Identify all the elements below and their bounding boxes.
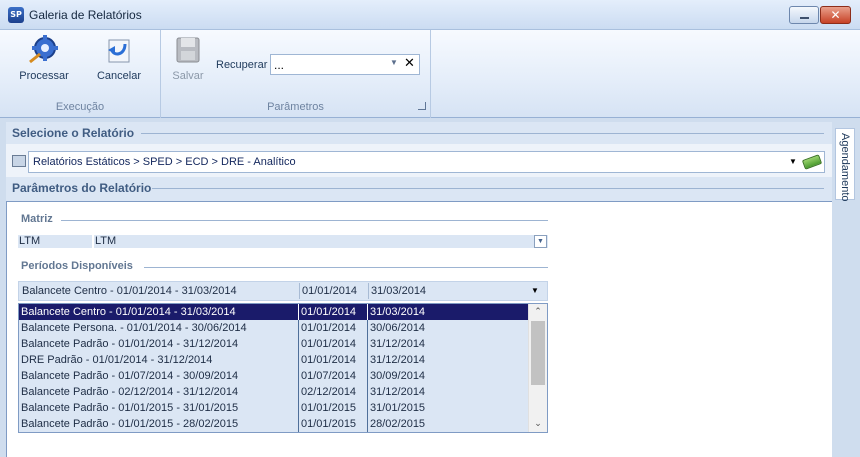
row-end: 31/12/2014 bbox=[370, 354, 426, 366]
row-name: Balancete Padrão - 01/07/2014 - 30/09/20… bbox=[21, 370, 239, 382]
matriz-code-field[interactable]: LTM bbox=[18, 235, 92, 248]
recuperar-label: Recuperar bbox=[216, 59, 268, 71]
undo-icon bbox=[108, 39, 130, 63]
report-path-combo[interactable]: Relatórios Estáticos > SPED > ECD > DRE … bbox=[28, 151, 825, 173]
processar-label: Processar bbox=[19, 70, 69, 82]
tab-agendamento-label: Agendamento bbox=[839, 133, 851, 202]
gear-icon bbox=[29, 35, 58, 64]
list-item[interactable]: Balancete Padrão - 01/01/2015 - 31/01/20… bbox=[19, 400, 528, 416]
processar-button[interactable]: Processar bbox=[10, 34, 78, 82]
row-start: 01/01/2015 bbox=[301, 418, 357, 430]
list-item[interactable]: Balancete Padrão - 01/01/2015 - 28/02/20… bbox=[19, 416, 528, 432]
row-start: 01/01/2015 bbox=[301, 402, 357, 414]
list-item[interactable]: Balancete Padrão - 02/12/2014 - 31/12/20… bbox=[19, 384, 528, 400]
recuperar-combo[interactable]: ... ▼ ✕ bbox=[270, 54, 420, 75]
params-panel: Matriz LTM LTM ▼ Períodos Disponíveis Ba… bbox=[6, 201, 832, 457]
recuperar-value: ... bbox=[274, 58, 285, 72]
row-end: 31/01/2015 bbox=[370, 402, 426, 414]
periodo-selected-start: 01/01/2014 bbox=[302, 285, 358, 297]
row-name: Balancete Centro - 01/01/2014 - 31/03/20… bbox=[21, 306, 236, 318]
row-start: 01/01/2014 bbox=[301, 322, 357, 334]
periodos-title: Períodos Disponíveis bbox=[21, 260, 133, 272]
row-end: 31/12/2014 bbox=[370, 386, 426, 398]
report-path-row: Relatórios Estáticos > SPED > ECD > DRE … bbox=[6, 144, 832, 177]
chevron-down-icon[interactable]: ▼ bbox=[534, 235, 547, 248]
divider bbox=[141, 133, 824, 134]
vertical-scrollbar[interactable]: ⌃ ⌄ bbox=[528, 304, 547, 432]
divider bbox=[299, 283, 300, 299]
list-item[interactable]: Balancete Padrão - 01/01/2014 - 31/12/20… bbox=[19, 336, 528, 352]
list-item[interactable]: Balancete Persona. - 01/01/2014 - 30/06/… bbox=[19, 320, 528, 336]
matriz-title: Matriz bbox=[21, 213, 53, 225]
row-name: DRE Padrão - 01/01/2014 - 31/12/2014 bbox=[21, 354, 213, 366]
chevron-down-icon[interactable]: ▼ bbox=[789, 157, 797, 166]
list-item[interactable]: Balancete Centro - 01/01/2014 - 31/03/20… bbox=[19, 304, 528, 320]
list-item[interactable]: Balancete Padrão - 01/07/2014 - 30/09/20… bbox=[19, 368, 528, 384]
ribbon-group-label-parametros: Parâmetros bbox=[267, 101, 324, 113]
report-tree-icon bbox=[12, 155, 26, 167]
divider bbox=[144, 267, 548, 268]
row-name: Balancete Padrão - 01/01/2015 - 28/02/20… bbox=[21, 418, 239, 430]
scroll-down-icon[interactable]: ⌄ bbox=[529, 416, 547, 432]
section-parametros-relatorio: Parâmetros do Relatório bbox=[6, 177, 832, 201]
row-name: Balancete Padrão - 02/12/2014 - 31/12/20… bbox=[21, 386, 239, 398]
periodo-combo[interactable]: Balancete Centro - 01/01/2014 - 31/03/20… bbox=[18, 281, 548, 301]
salvar-button[interactable]: Salvar bbox=[165, 34, 211, 82]
section-title-relatorio: Selecione o Relatório bbox=[12, 126, 135, 140]
clear-icon[interactable]: ✕ bbox=[404, 56, 415, 71]
periodos-list: Balancete Centro - 01/01/2014 - 31/03/20… bbox=[18, 303, 548, 433]
cancelar-button[interactable]: Cancelar bbox=[90, 34, 148, 82]
window-title: Galeria de Relatórios bbox=[29, 8, 142, 22]
row-start: 01/07/2014 bbox=[301, 370, 357, 382]
report-path-text: Relatórios Estáticos > SPED > ECD > DRE … bbox=[33, 156, 296, 168]
divider bbox=[152, 188, 824, 189]
minimize-button[interactable] bbox=[789, 6, 819, 24]
title-bar: SP Galeria de Relatórios ✕ bbox=[0, 0, 860, 30]
row-name: Balancete Persona. - 01/01/2014 - 30/06/… bbox=[21, 322, 247, 334]
ribbon-group-execucao: Processar Cancelar Execução bbox=[0, 30, 161, 118]
row-end: 31/12/2014 bbox=[370, 338, 426, 350]
row-end: 30/06/2014 bbox=[370, 322, 426, 334]
cancelar-label: Cancelar bbox=[96, 70, 142, 82]
main-panel: Selecione o Relatório Relatórios Estátic… bbox=[6, 122, 832, 457]
chevron-down-icon[interactable]: ▼ bbox=[390, 58, 398, 67]
row-end: 28/02/2015 bbox=[370, 418, 426, 430]
save-icon bbox=[176, 37, 200, 63]
tab-agendamento[interactable]: Agendamento bbox=[835, 128, 855, 202]
row-end: 30/09/2014 bbox=[370, 370, 426, 382]
app-icon: SP bbox=[8, 7, 24, 23]
row-start: 01/01/2014 bbox=[301, 306, 357, 318]
ribbon-group-label-execucao: Execução bbox=[55, 101, 105, 113]
scroll-thumb[interactable] bbox=[531, 321, 545, 385]
matriz-value-field[interactable]: LTM bbox=[94, 235, 548, 248]
chevron-down-icon[interactable]: ▼ bbox=[531, 286, 539, 295]
row-end: 31/03/2014 bbox=[370, 306, 426, 318]
periodo-selected-end: 31/03/2014 bbox=[371, 285, 427, 297]
salvar-label: Salvar bbox=[172, 70, 204, 82]
row-start: 02/12/2014 bbox=[301, 386, 357, 398]
row-start: 01/01/2014 bbox=[301, 354, 357, 366]
eraser-icon[interactable] bbox=[801, 154, 823, 170]
scroll-up-icon[interactable]: ⌃ bbox=[529, 304, 547, 320]
section-selecione-relatorio: Selecione o Relatório bbox=[6, 122, 832, 144]
close-button[interactable]: ✕ bbox=[820, 6, 851, 24]
row-name: Balancete Padrão - 01/01/2015 - 31/01/20… bbox=[21, 402, 239, 414]
dialog-launcher-icon[interactable] bbox=[418, 102, 426, 110]
row-name: Balancete Padrão - 01/01/2014 - 31/12/20… bbox=[21, 338, 239, 350]
divider bbox=[61, 220, 548, 221]
divider bbox=[368, 283, 369, 299]
periodo-selected-name: Balancete Centro - 01/01/2014 - 31/03/20… bbox=[22, 285, 237, 297]
section-title-parametros: Parâmetros do Relatório bbox=[12, 181, 152, 195]
ribbon: Processar Cancelar Execução Salvar Parâm… bbox=[0, 30, 860, 118]
list-item[interactable]: DRE Padrão - 01/01/2014 - 31/12/2014 01/… bbox=[19, 352, 528, 368]
row-start: 01/01/2014 bbox=[301, 338, 357, 350]
